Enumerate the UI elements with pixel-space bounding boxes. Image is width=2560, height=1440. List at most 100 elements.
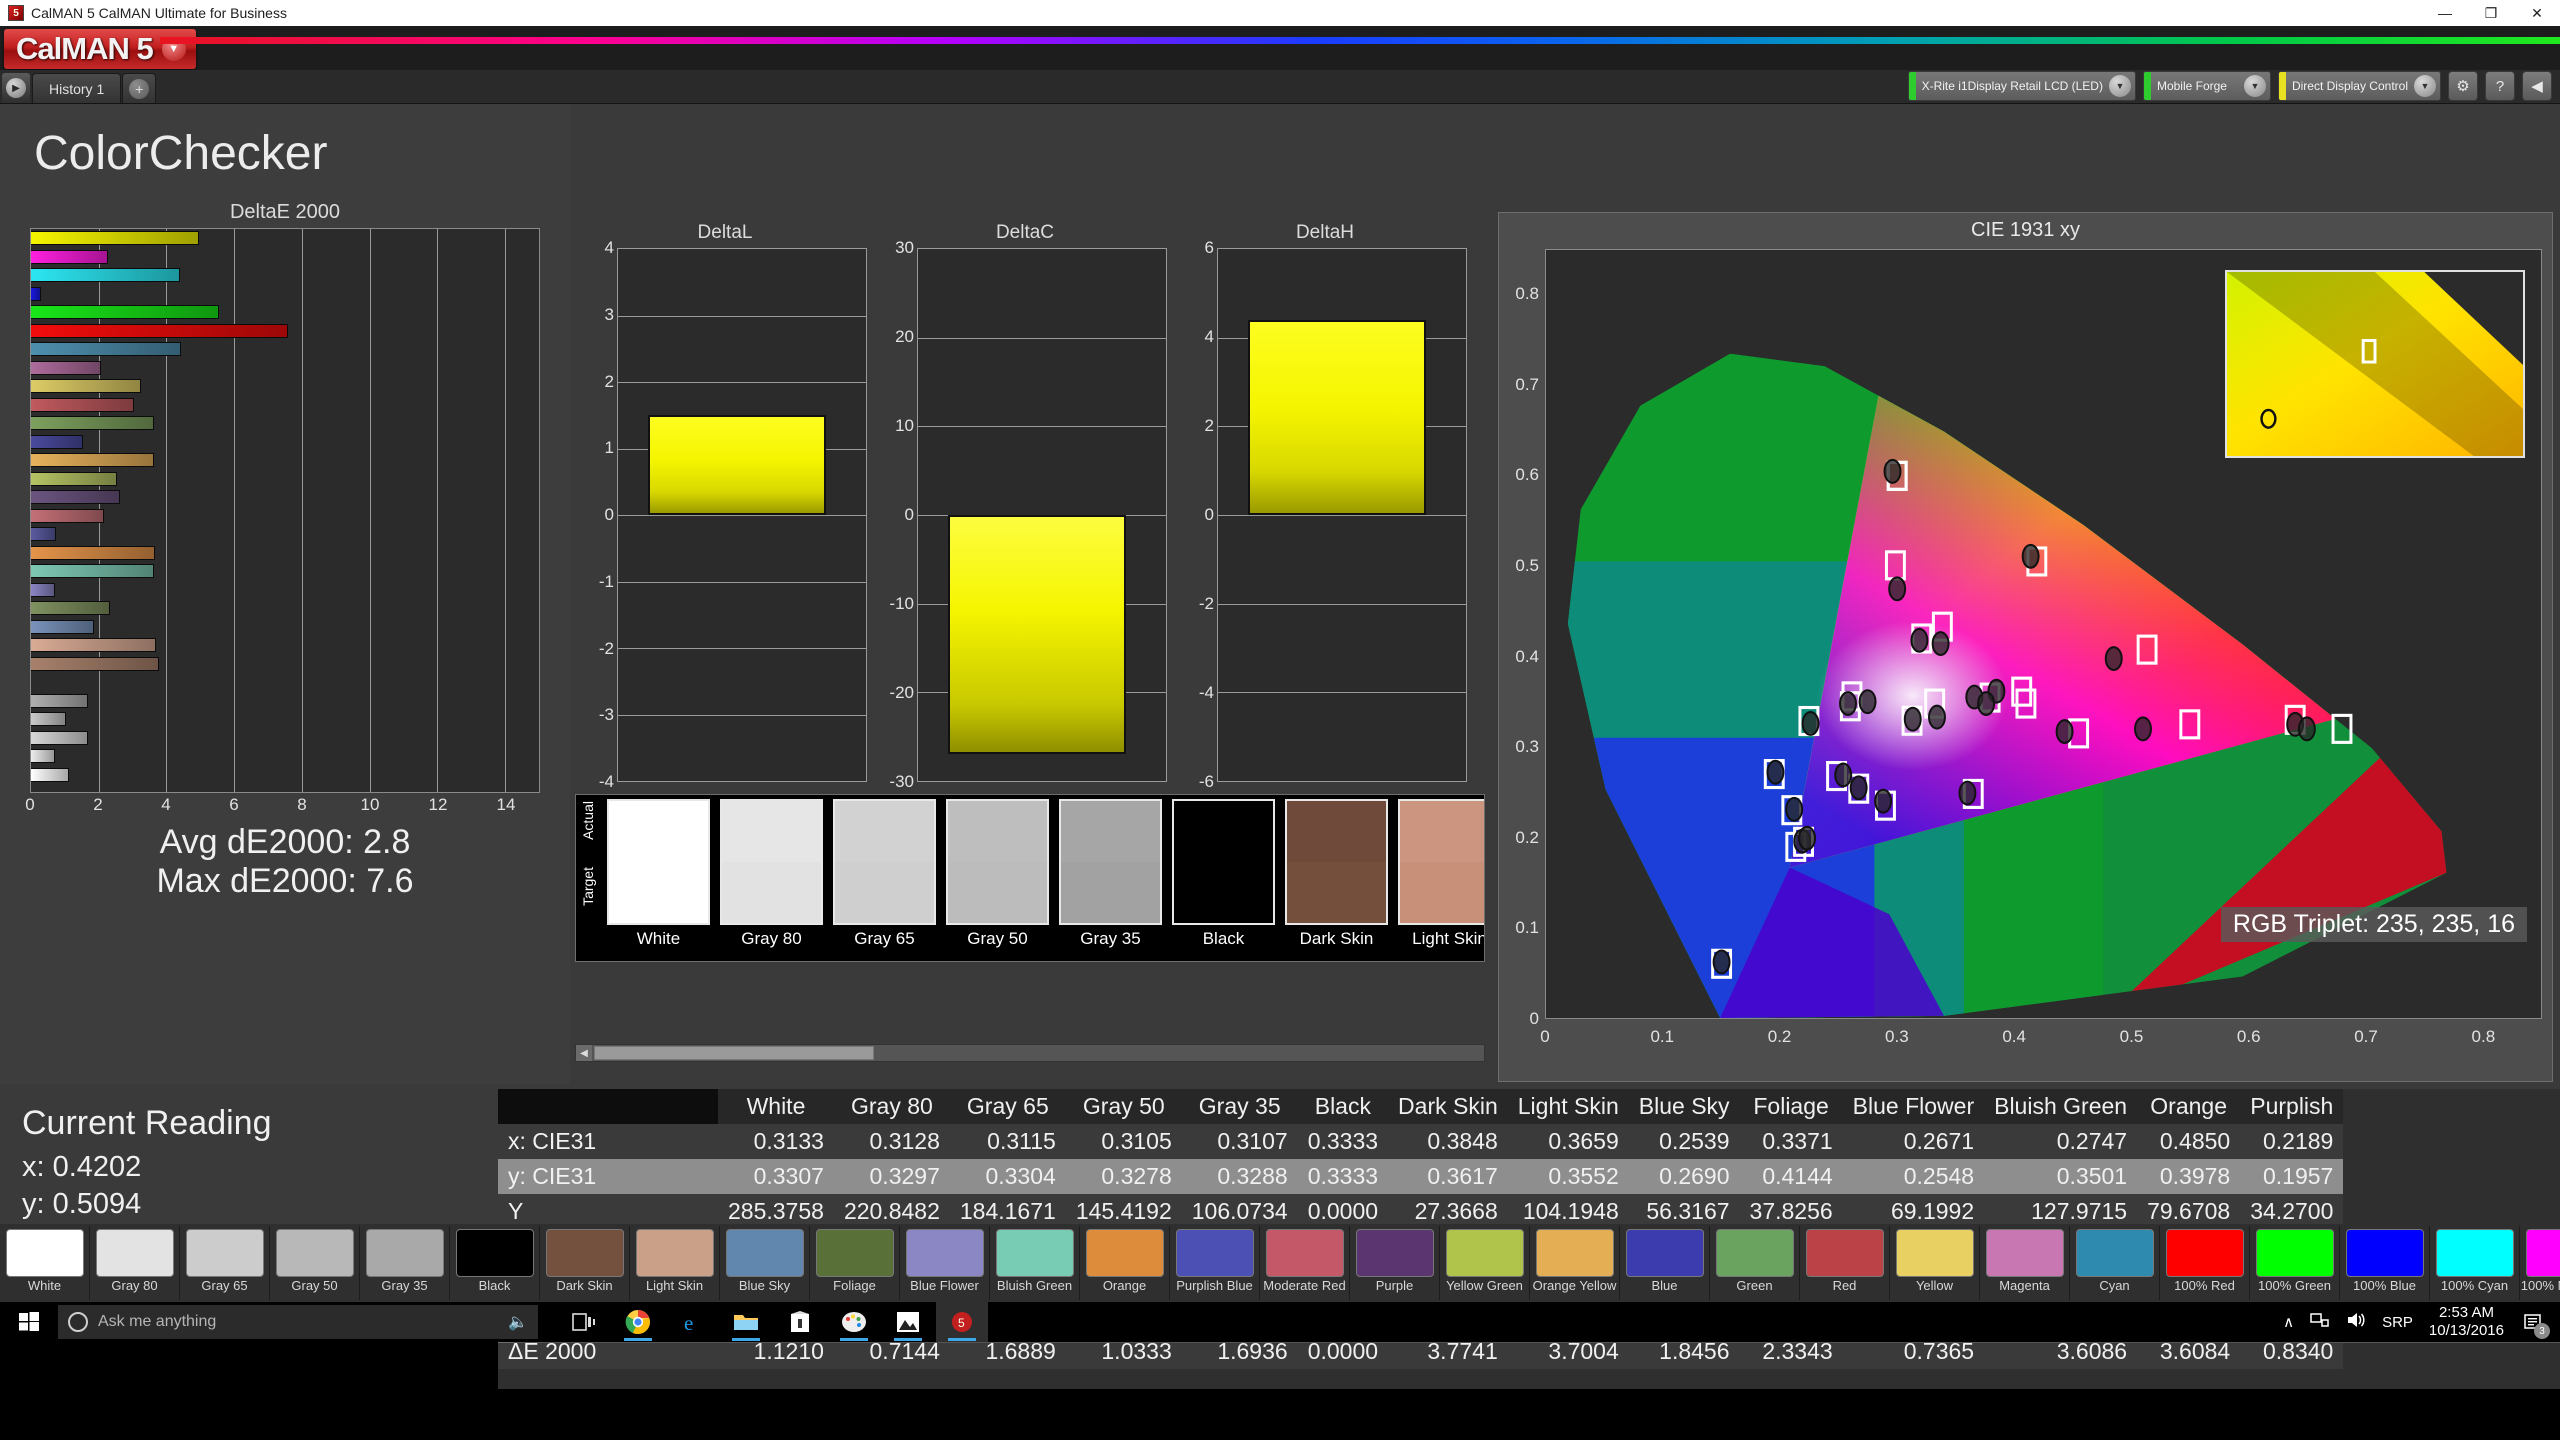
explorer-icon[interactable]	[720, 1302, 772, 1342]
patch-100-green[interactable]: 100% Green	[2250, 1226, 2340, 1300]
edge-icon[interactable]: e	[666, 1302, 718, 1342]
add-tab-button[interactable]: +	[122, 73, 157, 103]
patch-bluish-green[interactable]: Bluish Green	[990, 1226, 1080, 1300]
source-selector[interactable]: Mobile Forge ▼	[2142, 71, 2271, 101]
target-swatch	[722, 862, 821, 923]
meter-selector[interactable]: X-Rite i1Display Retail LCD (LED) ▼	[1907, 71, 2136, 101]
actual-target-cell[interactable]: Gray 50	[941, 799, 1054, 961]
display-control-selector[interactable]: Direct Display Control ▼	[2277, 71, 2441, 101]
maximize-button[interactable]: ❐	[2468, 0, 2514, 26]
cie-chromaticity-plot[interactable]: RGB Triplet: 235, 235, 16	[1545, 249, 2542, 1019]
patch-dark-skin[interactable]: Dark Skin	[540, 1226, 630, 1300]
patch-red[interactable]: Red	[1800, 1226, 1890, 1300]
patch-orange-yellow[interactable]: Orange Yellow	[1530, 1226, 1620, 1300]
patch-100-cyan[interactable]: 100% Cyan	[2430, 1226, 2520, 1300]
table-column-header[interactable]: Gray 80	[833, 1089, 950, 1124]
store-icon[interactable]	[774, 1302, 826, 1342]
patch-orange[interactable]: Orange	[1080, 1226, 1170, 1300]
patch-foliage[interactable]: Foliage	[810, 1226, 900, 1300]
help-icon[interactable]: ?	[2485, 71, 2515, 101]
chevron-down-icon[interactable]: ▼	[2243, 75, 2266, 97]
patch-light-skin[interactable]: Light Skin	[630, 1226, 720, 1300]
patch-label: Purple	[1375, 1278, 1414, 1293]
patch-purple[interactable]: Purple	[1350, 1226, 1440, 1300]
action-center-icon[interactable]: 3	[2520, 1309, 2550, 1339]
patch-gray-50[interactable]: Gray 50	[270, 1226, 360, 1300]
table-column-header[interactable]: White	[718, 1089, 834, 1124]
actual-target-cell[interactable]: Light Skin	[1393, 799, 1484, 961]
paint-icon[interactable]	[828, 1302, 880, 1342]
patch-100-red[interactable]: 100% Red	[2160, 1226, 2250, 1300]
scroll-thumb[interactable]	[594, 1046, 874, 1060]
patch-label: Light Skin	[645, 1278, 704, 1293]
patch-cyan[interactable]: Cyan	[2070, 1226, 2160, 1300]
patch-gray-65[interactable]: Gray 65	[180, 1226, 270, 1300]
collapse-icon[interactable]: ◀	[2522, 71, 2552, 101]
chevron-down-icon[interactable]: ▼	[2414, 75, 2436, 97]
patch-yellow[interactable]: Yellow	[1890, 1226, 1980, 1300]
patch-moderate-red[interactable]: Moderate Red	[1260, 1226, 1350, 1300]
actual-target-cell[interactable]: Gray 65	[828, 799, 941, 961]
search-input[interactable]: Ask me anything 🔈	[58, 1305, 538, 1339]
patch-magenta[interactable]: Magenta	[1980, 1226, 2070, 1300]
table-column-header[interactable]: Gray 35	[1181, 1089, 1298, 1124]
patch-100-blue[interactable]: 100% Blue	[2340, 1226, 2430, 1300]
delta-chart-deltac[interactable]: DeltaC 30 20 10 0 -10 -20 -30	[875, 222, 1175, 791]
scroll-left-icon[interactable]: ◀	[576, 1045, 592, 1061]
swatch-scrollbar[interactable]: ◀	[575, 1044, 1485, 1062]
calman-logo[interactable]: CalMAN 5 ▼	[4, 29, 196, 69]
language-indicator[interactable]: SRP	[2382, 1314, 2413, 1331]
patch-100-magenta[interactable]: 100% Magenta	[2520, 1226, 2560, 1300]
deltae-bar	[31, 730, 89, 745]
patch-purplish-blue[interactable]: Purplish Blue	[1170, 1226, 1260, 1300]
patch-white[interactable]: White	[0, 1226, 90, 1300]
table-column-header[interactable]: Blue Flower	[1842, 1089, 1985, 1124]
patch-yellow-green[interactable]: Yellow Green	[1440, 1226, 1530, 1300]
patch-gray-35[interactable]: Gray 35	[360, 1226, 450, 1300]
volume-icon[interactable]	[2346, 1311, 2366, 1333]
deltae-chart[interactable]	[30, 228, 540, 793]
table-column-header[interactable]: Purplish	[2240, 1089, 2344, 1124]
actual-target-cell[interactable]: Black	[1167, 799, 1280, 961]
show-hidden-icons[interactable]: ∧	[2283, 1313, 2294, 1331]
main-workspace: ColorChecker DeltaE 2000 0 2 4 6 8 10 12 14 Avg…	[0, 104, 2560, 1389]
close-button[interactable]: ✕	[2514, 0, 2560, 26]
patch-black[interactable]: Black	[450, 1226, 540, 1300]
patch-blue-flower[interactable]: Blue Flower	[900, 1226, 990, 1300]
axis-tick-label: 0.1	[1650, 1027, 1675, 1046]
chrome-icon[interactable]	[612, 1302, 664, 1342]
microphone-icon[interactable]: 🔈	[508, 1312, 528, 1332]
clock[interactable]: 2:53 AM 10/13/2016	[2429, 1304, 2504, 1340]
table-column-header[interactable]: Orange	[2137, 1089, 2241, 1124]
table-column-header[interactable]: Bluish Green	[1984, 1089, 2138, 1124]
table-column-header[interactable]: Gray 65	[949, 1089, 1066, 1124]
patch-blue-sky[interactable]: Blue Sky	[720, 1226, 810, 1300]
table-column-header[interactable]: Light Skin	[1507, 1089, 1629, 1124]
actual-target-cell[interactable]: White	[602, 799, 715, 961]
patch-label: White	[27, 1278, 62, 1293]
patch-green[interactable]: Green	[1710, 1226, 1800, 1300]
actual-target-cell[interactable]: Dark Skin	[1280, 799, 1393, 961]
tab-history-1[interactable]: History 1	[32, 73, 122, 103]
photos-icon[interactable]	[882, 1302, 934, 1342]
table-column-header[interactable]: Gray 50	[1065, 1089, 1182, 1124]
delta-chart-deltah[interactable]: DeltaH 6 4 2 0 -2 -4 -6	[1175, 222, 1475, 791]
tab-prev-button[interactable]: ▶	[2, 73, 30, 103]
actual-target-cell[interactable]: Gray 80	[715, 799, 828, 961]
patch-blue[interactable]: Blue	[1620, 1226, 1710, 1300]
table-column-header[interactable]: Black	[1297, 1089, 1389, 1124]
patch-gray-80[interactable]: Gray 80	[90, 1226, 180, 1300]
table-column-header[interactable]: Foliage	[1739, 1089, 1843, 1124]
taskview-icon[interactable]	[558, 1302, 610, 1342]
table-column-header[interactable]: Dark Skin	[1388, 1089, 1508, 1124]
network-icon[interactable]	[2310, 1311, 2330, 1333]
calman-icon[interactable]: 5	[936, 1302, 988, 1342]
table-column-header[interactable]: Blue Sky	[1628, 1089, 1740, 1124]
gear-icon[interactable]: ⚙	[2448, 71, 2478, 101]
chevron-down-icon[interactable]: ▼	[2108, 75, 2131, 97]
actual-target-cell[interactable]: Gray 35	[1054, 799, 1167, 961]
delta-chart-deltal[interactable]: DeltaL 4 3 2 1 0 -1 -2 -3 -4	[575, 222, 875, 791]
minimize-button[interactable]: —	[2422, 0, 2468, 26]
start-button[interactable]	[0, 1302, 58, 1342]
patch-label: Dark Skin	[556, 1278, 613, 1293]
